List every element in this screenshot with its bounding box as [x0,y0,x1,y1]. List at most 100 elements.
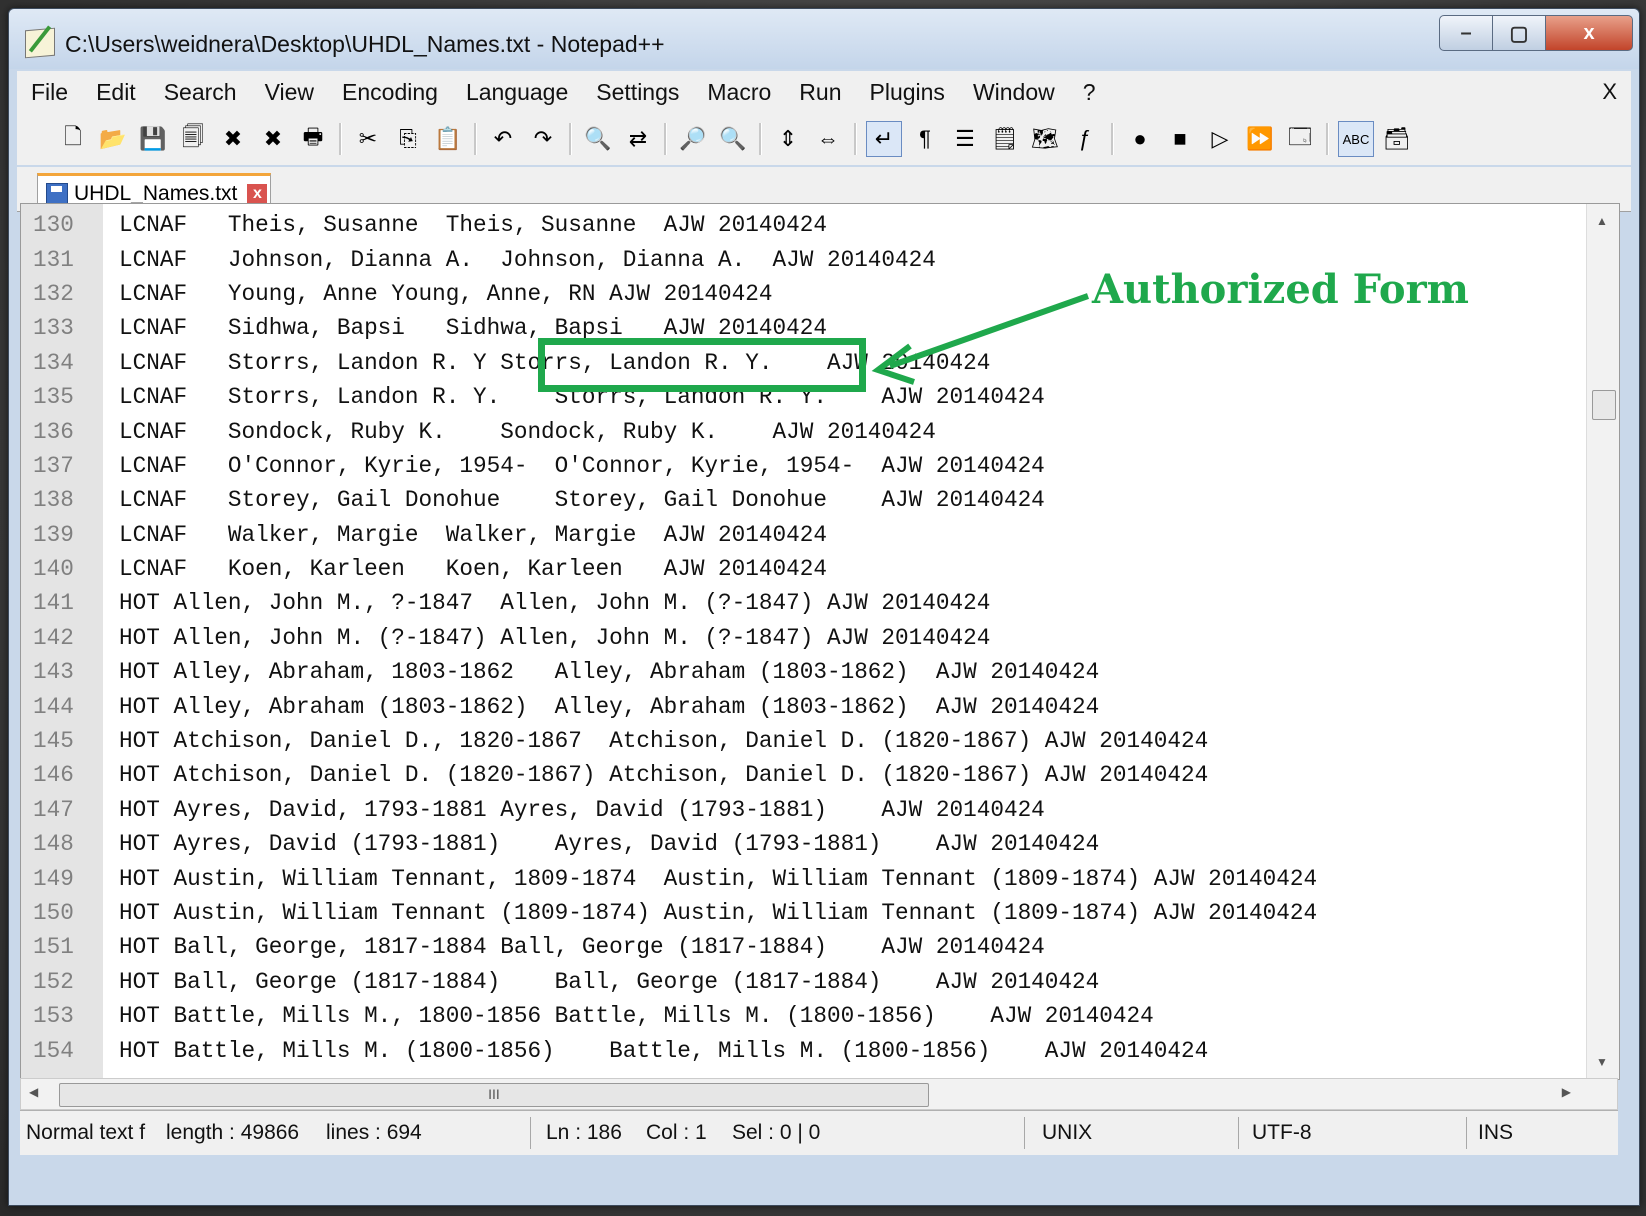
editor-line[interactable]: 143 HOT Alley, Abraham, 1803-1862 Alley, … [21,655,1317,689]
close-icon[interactable]: ✖ [216,122,250,156]
show-all-chars-icon[interactable]: ¶ [908,122,942,156]
editor-line[interactable]: 149 HOT Austin, William Tennant, 1809-187… [21,861,1317,895]
menu-plugins[interactable]: Plugins [856,79,959,106]
line-text[interactable]: HOT Ball, George, 1817-1884 Ball, George… [103,934,1045,960]
tab-close-button[interactable]: x [247,183,268,204]
menu-settings[interactable]: Settings [582,79,693,106]
editor-line[interactable]: 147 HOT Ayres, David, 1793-1881 Ayres, Da… [21,793,1317,827]
horizontal-scrollbar[interactable]: ◀ III ▶ [20,1078,1618,1110]
editor-line[interactable]: 153 HOT Battle, Mills M., 1800-1856 Battl… [21,999,1317,1033]
editor-line[interactable]: 145 HOT Atchison, Daniel D., 1820-1867 At… [21,724,1317,758]
scroll-right-arrow-icon[interactable]: ▶ [1562,1085,1571,1099]
maximize-button[interactable]: ▢ [1492,15,1546,51]
doc-map-icon[interactable]: 🗺 [1028,122,1062,156]
editor-line[interactable]: 137 LCNAF O'Connor, Kyrie, 1954- O'Connor… [21,449,1317,483]
new-file-icon[interactable]: 🗋 [56,122,90,156]
editor-line[interactable]: 154 HOT Battle, Mills M. (1800-1856) Batt… [21,1033,1317,1067]
run-macro-multiple-icon[interactable]: ⏩ [1243,122,1277,156]
menu-language[interactable]: Language [452,79,582,106]
menu-edit[interactable]: Edit [82,79,150,106]
line-text[interactable]: LCNAF Young, Anne Young, Anne, RN AJW 20… [103,281,773,307]
scroll-left-arrow-icon[interactable]: ◀ [29,1085,38,1099]
save-all-icon[interactable]: 🗐 [176,122,210,156]
cut-icon[interactable]: ✂ [351,122,385,156]
title-bar[interactable]: C:\Users\weidnera\Desktop\UHDL_Names.txt… [9,9,1639,69]
record-macro-icon[interactable]: ● [1123,122,1157,156]
hex-icon[interactable]: 🗃 [1380,122,1414,156]
menu-file[interactable]: File [17,79,82,106]
editor-line[interactable]: 139 LCNAF Walker, Margie Walker, Margie A… [21,518,1317,552]
spellcheck-icon[interactable]: ABC [1338,121,1374,157]
line-text[interactable]: LCNAF O'Connor, Kyrie, 1954- O'Connor, K… [103,453,1045,479]
save-icon[interactable]: 💾 [136,122,170,156]
udl-icon[interactable]: 🗒 [988,122,1022,156]
line-text[interactable]: LCNAF Theis, Susanne Theis, Susanne AJW … [103,212,827,238]
editor-line[interactable]: 141 HOT Allen, John M., ?-1847 Allen, Joh… [21,586,1317,620]
editor-line[interactable]: 142 HOT Allen, John M. (?-1847) Allen, Jo… [21,621,1317,655]
line-text[interactable]: HOT Battle, Mills M., 1800-1856 Battle, … [103,1003,1154,1029]
vertical-scrollbar[interactable]: ▲ ▼ [1586,204,1619,1079]
stop-record-icon[interactable]: ■ [1163,122,1197,156]
editor-line[interactable]: 140 LCNAF Koen, Karleen Koen, Karleen AJW… [21,552,1317,586]
zoom-in-icon[interactable]: 🔎 [676,122,710,156]
sync-v-icon[interactable]: ⇕ [771,122,805,156]
print-icon[interactable]: 🖶 [296,122,330,156]
line-text[interactable]: LCNAF Storey, Gail Donohue Storey, Gail … [103,487,1045,513]
editor-line[interactable]: 146 HOT Atchison, Daniel D. (1820-1867) A… [21,758,1317,792]
line-text[interactable]: HOT Alley, Abraham, 1803-1862 Alley, Abr… [103,659,1099,685]
menu-encoding[interactable]: Encoding [328,79,452,106]
find-icon[interactable]: 🔍 [581,122,615,156]
line-text[interactable]: LCNAF Walker, Margie Walker, Margie AJW … [103,522,827,548]
line-text[interactable]: HOT Atchison, Daniel D., 1820-1867 Atchi… [103,728,1208,754]
menu-macro[interactable]: Macro [693,79,785,106]
function-list-icon[interactable]: ƒ [1068,122,1102,156]
menu-run[interactable]: Run [785,79,855,106]
indent-guide-icon[interactable]: ☰ [948,122,982,156]
line-text[interactable]: HOT Austin, William Tennant, 1809-1874 A… [103,866,1317,892]
word-wrap-icon[interactable]: ↵ [866,121,902,157]
line-text[interactable]: LCNAF Sondock, Ruby K. Sondock, Ruby K. … [103,419,936,445]
line-text[interactable]: HOT Ayres, David, 1793-1881 Ayres, David… [103,797,1045,823]
line-text[interactable]: HOT Austin, William Tennant (1809-1874) … [103,900,1317,926]
sync-h-icon[interactable]: ⇔ [811,122,845,156]
editor-line[interactable]: 148 HOT Ayres, David (1793-1881) Ayres, D… [21,827,1317,861]
close-window-button[interactable]: x [1545,15,1633,51]
close-all-icon[interactable]: ✖ [256,122,290,156]
editor-line[interactable]: 144 HOT Alley, Abraham (1803-1862) Alley,… [21,689,1317,723]
editor-line[interactable]: 138 LCNAF Storey, Gail Donohue Storey, Ga… [21,483,1317,517]
line-text[interactable]: HOT Ball, George (1817-1884) Ball, Georg… [103,969,1099,995]
zoom-out-icon[interactable]: 🔍 [716,122,750,156]
copy-icon[interactable]: ⎘ [391,122,425,156]
menu-view[interactable]: View [251,79,328,106]
line-text[interactable]: HOT Battle, Mills M. (1800-1856) Battle,… [103,1038,1208,1064]
menu-search[interactable]: Search [150,79,251,106]
play-macro-icon[interactable]: ▷ [1203,122,1237,156]
close-document-button[interactable]: X [1602,79,1617,105]
editor-line[interactable]: 151 HOT Ball, George, 1817-1884 Ball, Geo… [21,930,1317,964]
menu-help[interactable]: ? [1069,79,1110,106]
minimize-button[interactable]: – [1439,15,1493,51]
redo-icon[interactable]: ↷ [526,122,560,156]
save-macro-icon[interactable]: 🗔 [1283,122,1317,156]
scroll-down-arrow-icon[interactable]: ▼ [1596,1055,1608,1069]
horizontal-scroll-thumb[interactable]: III [59,1083,929,1107]
line-text[interactable]: HOT Alley, Abraham (1803-1862) Alley, Ab… [103,694,1099,720]
line-text[interactable]: HOT Allen, John M., ?-1847 Allen, John M… [103,590,990,616]
line-text[interactable]: LCNAF Koen, Karleen Koen, Karleen AJW 20… [103,556,827,582]
paste-icon[interactable]: 📋 [431,122,465,156]
editor-line[interactable]: 150 HOT Austin, William Tennant (1809-187… [21,896,1317,930]
line-text[interactable]: HOT Allen, John M. (?-1847) Allen, John … [103,625,990,651]
text-editor[interactable]: 130 LCNAF Theis, Susanne Theis, Susanne A… [20,203,1620,1080]
line-text[interactable]: HOT Atchison, Daniel D. (1820-1867) Atch… [103,762,1208,788]
scroll-up-arrow-icon[interactable]: ▲ [1596,214,1608,228]
undo-icon[interactable]: ↶ [486,122,520,156]
open-file-icon[interactable]: 📂 [96,122,130,156]
editor-line[interactable]: 136 LCNAF Sondock, Ruby K. Sondock, Ruby … [21,414,1317,448]
editor-line[interactable]: 130 LCNAF Theis, Susanne Theis, Susanne A… [21,208,1317,242]
line-text[interactable]: HOT Ayres, David (1793-1881) Ayres, Davi… [103,831,1099,857]
replace-icon[interactable]: ⇄ [621,122,655,156]
line-text[interactable]: LCNAF Johnson, Dianna A. Johnson, Dianna… [103,247,936,273]
vertical-scroll-thumb[interactable] [1592,390,1616,420]
menu-window[interactable]: Window [959,79,1069,106]
editor-line[interactable]: 152 HOT Ball, George (1817-1884) Ball, Ge… [21,965,1317,999]
